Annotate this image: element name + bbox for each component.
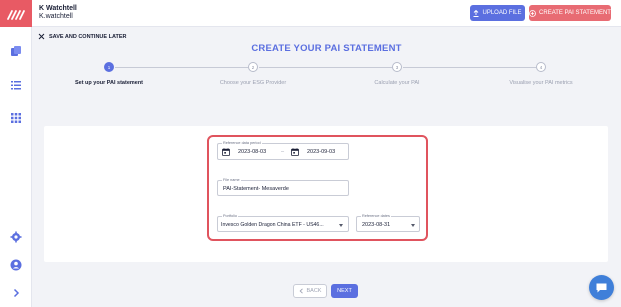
portfolio-label: Portfolio xyxy=(222,214,238,219)
page-title: CREATE YOUR PAI STATEMENT xyxy=(251,43,402,54)
apps-grid-icon[interactable] xyxy=(9,111,23,125)
reference-dates-select[interactable]: Reference dates 2023-08-31 xyxy=(356,214,420,232)
reference-period-label: Reference data period xyxy=(222,141,262,146)
chevron-down-icon xyxy=(411,223,415,227)
top-header: K Watchtell K.watchtell UPLOAD FILE CREA… xyxy=(32,0,621,27)
calendar-icon[interactable] xyxy=(222,148,230,156)
chevron-left-icon xyxy=(299,288,303,294)
back-label: BACK xyxy=(306,288,322,294)
add-circle-icon xyxy=(529,9,536,17)
next-label: NEXT xyxy=(337,288,352,294)
date-separator: – xyxy=(281,149,285,155)
chat-support-button[interactable] xyxy=(589,275,614,300)
list-icon[interactable] xyxy=(9,78,23,92)
create-pai-statement-button[interactable]: CREATE PAI STATEMENT xyxy=(529,5,611,21)
file-name-label: File name xyxy=(222,178,241,183)
sidebar xyxy=(0,0,32,307)
create-pai-statement-label: CREATE PAI STATEMENT xyxy=(539,10,611,16)
close-icon xyxy=(38,33,45,40)
step-4-label: Visualise your PAI metrics xyxy=(509,80,573,86)
account-icon[interactable] xyxy=(9,258,23,272)
chat-icon xyxy=(596,283,607,292)
file-name-value[interactable]: PAI-Statement- Mesaverde xyxy=(223,186,289,192)
step-1-label: Set up your PAI statement xyxy=(74,80,144,86)
back-button[interactable]: BACK xyxy=(293,284,327,298)
reference-dates-label: Reference dates xyxy=(361,214,391,219)
settings-gear-icon[interactable] xyxy=(9,230,23,244)
logo-icon xyxy=(7,9,25,20)
save-and-continue-label: SAVE AND CONTINUE LATER xyxy=(49,33,127,40)
portfolio-select[interactable]: Portfolio Invesco Golden Dragon China ET… xyxy=(217,214,349,232)
step-2-label: Choose your ESG Provider xyxy=(219,80,287,86)
stepper-connector xyxy=(403,66,536,68)
step-1-indicator: 1 xyxy=(104,62,114,72)
step-3-indicator: 3 xyxy=(392,62,402,72)
step-4-indicator: 4 xyxy=(536,62,546,72)
save-and-continue-later-button[interactable]: SAVE AND CONTINUE LATER xyxy=(38,33,127,40)
file-name-field[interactable]: File name PAI-Statement- Mesaverde xyxy=(217,178,349,196)
documents-icon[interactable] xyxy=(9,44,23,58)
user-handle: K.watchtell xyxy=(39,13,73,20)
portfolio-value: Invesco Golden Dragon China ETF - US46..… xyxy=(221,221,324,228)
stepper-connector xyxy=(259,66,392,68)
step-3-label: Calculate your PAI xyxy=(374,80,420,86)
app-logo[interactable] xyxy=(0,0,32,27)
end-date-value[interactable]: 2023-09-03 xyxy=(307,149,335,155)
stepper-connector xyxy=(115,66,248,68)
step-2-indicator: 2 xyxy=(248,62,258,72)
upload-file-label: UPLOAD FILE xyxy=(482,10,522,16)
expand-chevron-icon[interactable] xyxy=(9,286,23,300)
start-date-value[interactable]: 2023-08-03 xyxy=(238,149,266,155)
reference-period-field[interactable]: Reference data period 2023-08-03 – 2023-… xyxy=(217,141,349,160)
upload-file-button[interactable]: UPLOAD FILE xyxy=(470,5,525,21)
chevron-down-icon xyxy=(339,223,343,227)
calendar-icon[interactable] xyxy=(291,148,299,156)
next-button[interactable]: NEXT xyxy=(331,284,358,298)
user-name: K Watchtell xyxy=(39,5,77,12)
upload-icon xyxy=(473,9,479,17)
reference-dates-value: 2023-08-31 xyxy=(362,221,391,228)
